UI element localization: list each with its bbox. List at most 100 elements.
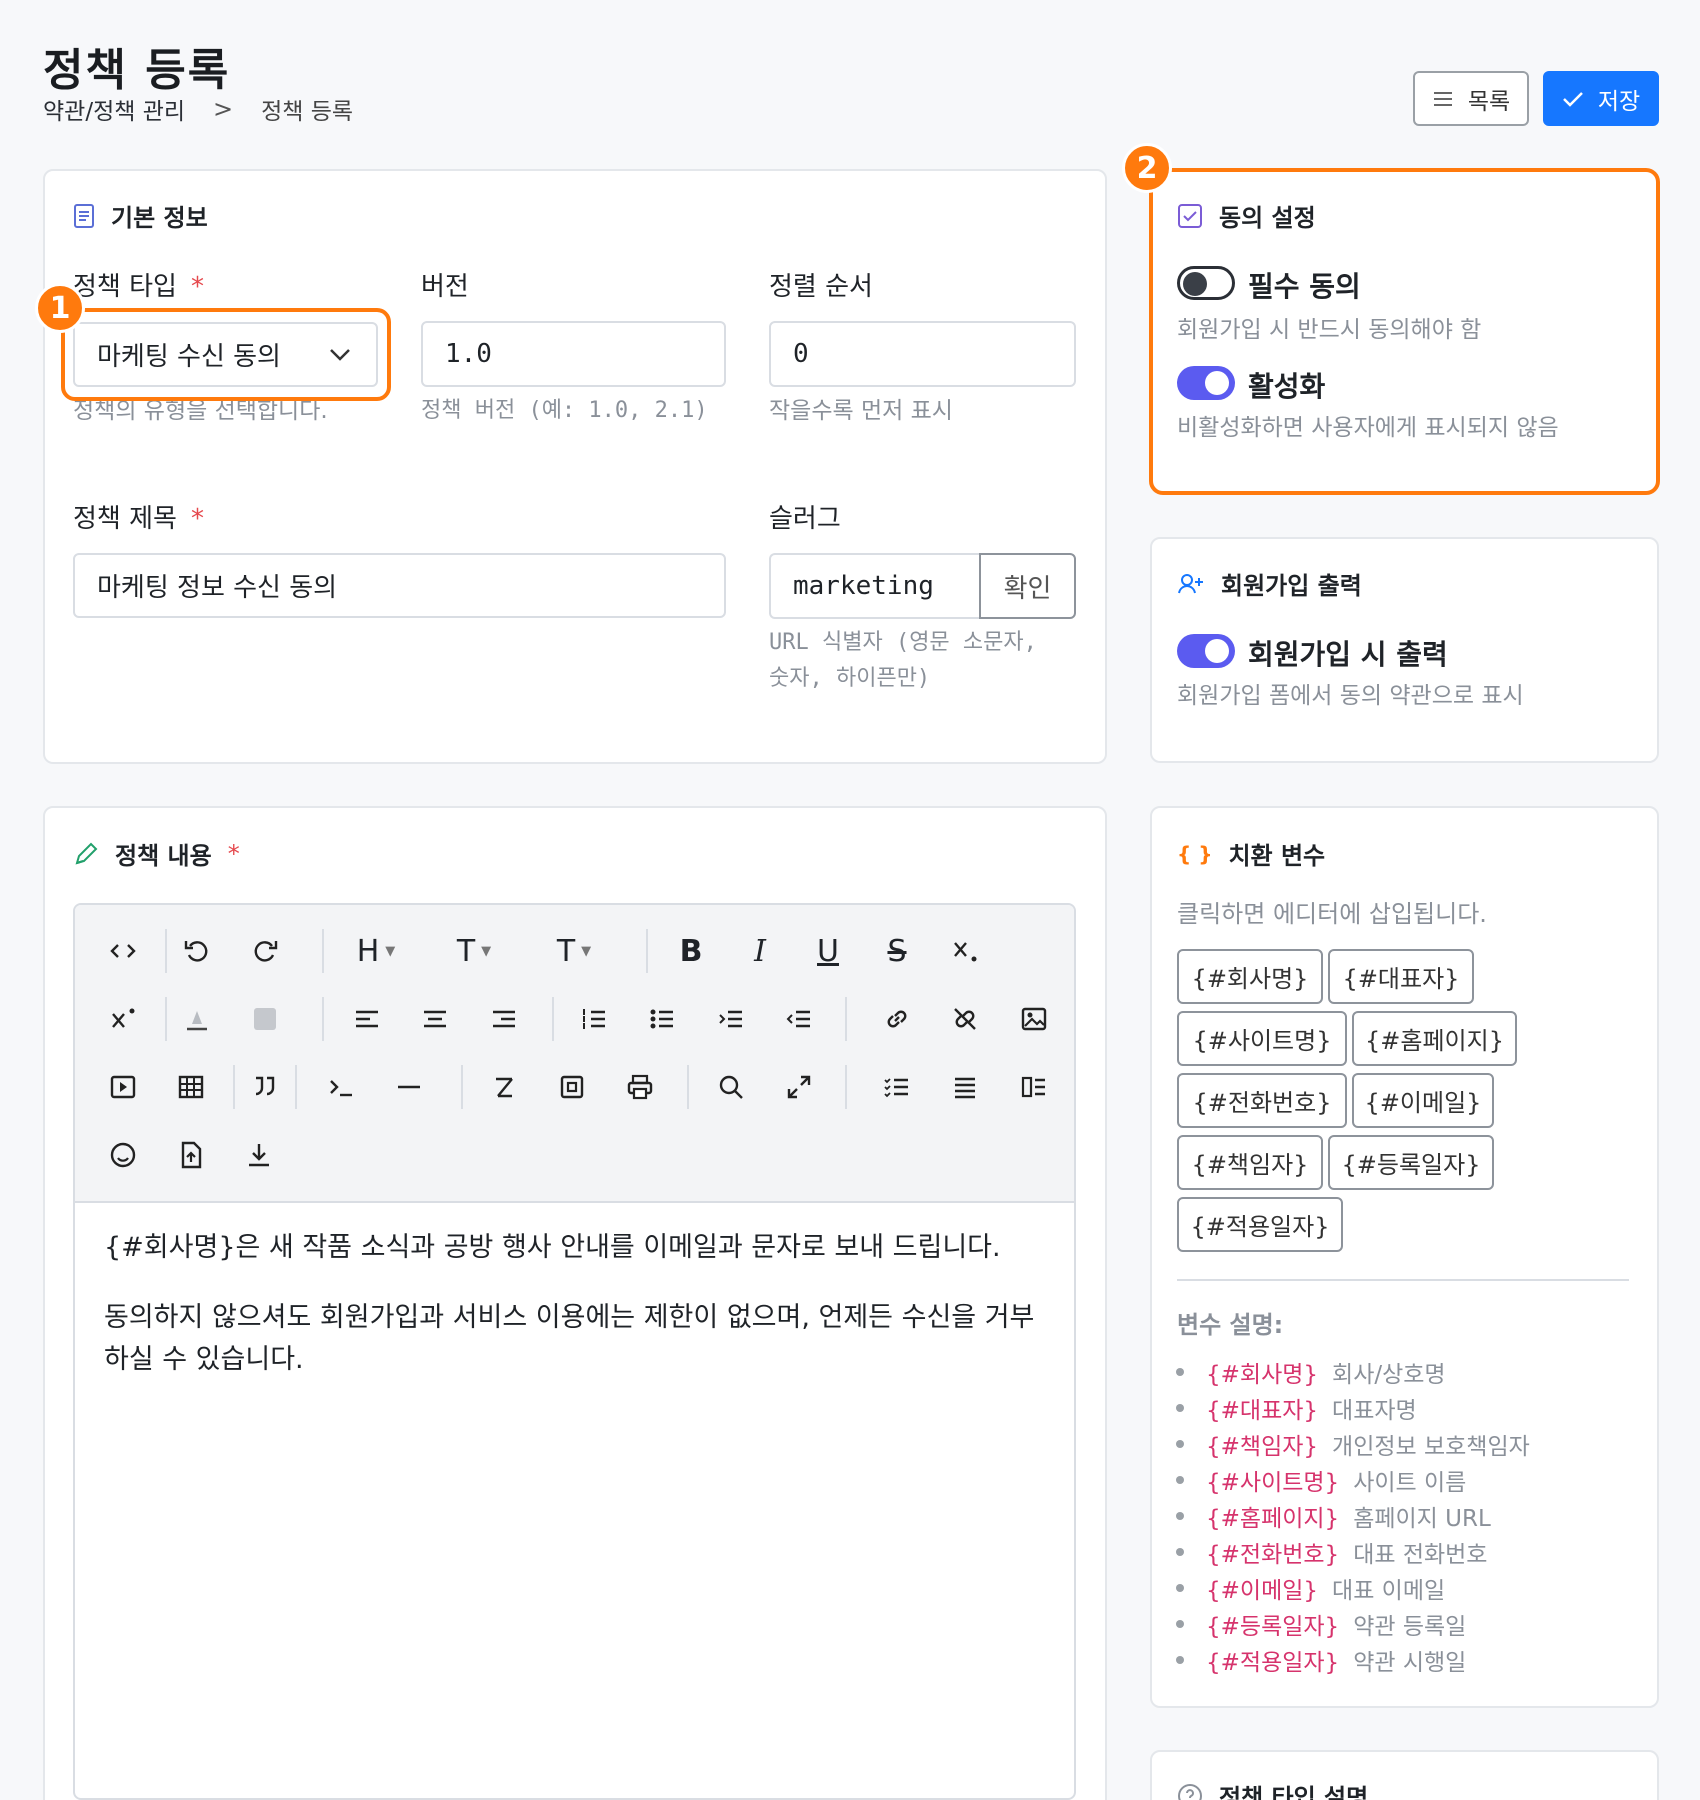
sort-order-help: 작을수록 먼저 표시 (769, 398, 953, 424)
indent-icon[interactable] (705, 993, 757, 1045)
variable-chip[interactable]: {#등록일자} (1328, 1135, 1494, 1190)
image-icon[interactable] (1008, 993, 1060, 1045)
bullet-list-icon[interactable] (636, 993, 688, 1045)
policy-type-help-title-text: 정책 타입 설명 (1219, 1784, 1369, 1800)
slug-input[interactable]: marketing (769, 553, 981, 619)
slug-label: 슬러그 (769, 504, 841, 534)
variables-title-text: 치환 변수 (1228, 842, 1326, 870)
toolbar-divider (233, 1065, 235, 1109)
file-upload-icon[interactable] (165, 1129, 217, 1181)
version-input[interactable]: 1.0 (421, 321, 726, 387)
required-consent-toggle[interactable] (1177, 266, 1235, 300)
highlight-color-icon[interactable] (239, 993, 291, 1045)
download-icon[interactable] (233, 1129, 285, 1181)
emoji-icon[interactable] (97, 1129, 149, 1181)
variable-text: 회사/상호명 (1332, 1362, 1446, 1388)
variable-code: {#적용일자} (1206, 1650, 1340, 1676)
underline-icon[interactable]: U (802, 925, 854, 977)
slug-help: URL 식별자 (영문 소문자, 숫자, 하이픈만) (769, 630, 1037, 691)
fullscreen-icon[interactable] (773, 1061, 825, 1113)
undo-icon[interactable] (171, 925, 223, 977)
variable-chip[interactable]: {#이메일} (1352, 1073, 1494, 1128)
required-mark: * (190, 504, 204, 534)
caret-down-icon: ▼ (481, 943, 492, 959)
subscript-icon[interactable] (939, 925, 991, 977)
save-button[interactable]: 저장 (1543, 71, 1659, 126)
variable-code: {#전화번호} (1206, 1542, 1340, 1568)
preview-icon[interactable] (546, 1061, 598, 1113)
variable-description-item: {#이메일} 대표 이메일 (1176, 1570, 1530, 1606)
redo-icon[interactable] (239, 925, 291, 977)
code-block-icon[interactable] (315, 1061, 367, 1113)
print-icon[interactable] (614, 1061, 666, 1113)
toolbar-divider (322, 929, 324, 973)
signup-output-toggle[interactable] (1177, 634, 1235, 668)
toolbar-divider (845, 1065, 847, 1109)
clear-format-icon[interactable] (478, 1061, 530, 1113)
caret-down-icon: ▼ (385, 943, 396, 959)
toggle-knob (1205, 639, 1229, 663)
blockquote-icon[interactable] (239, 1061, 291, 1113)
list-button-label: 목록 (1467, 88, 1511, 115)
basic-info-title-text: 기본 정보 (111, 204, 208, 232)
toolbar-divider (646, 929, 648, 973)
outdent-icon[interactable] (773, 993, 825, 1045)
superscript-icon[interactable] (97, 993, 149, 1045)
table-icon[interactable] (165, 1061, 217, 1113)
slug-check-button[interactable]: 확인 (979, 553, 1076, 619)
variable-chip[interactable]: {#회사명} (1177, 949, 1323, 1004)
align-left-icon[interactable] (341, 993, 393, 1045)
underline-label: U (817, 933, 839, 969)
list-button[interactable]: 목록 (1413, 71, 1529, 126)
variable-code: {#등록일자} (1206, 1614, 1340, 1640)
heading-label: H (356, 933, 380, 969)
variables-desc-title: 변수 설명: (1177, 1311, 1284, 1339)
variable-chip[interactable]: {#적용일자} (1177, 1197, 1343, 1252)
variable-code: {#사이트명} (1206, 1470, 1340, 1496)
line-spacing-icon[interactable] (1008, 1061, 1060, 1113)
sort-order-input[interactable]: 0 (769, 321, 1076, 387)
search-icon[interactable] (705, 1061, 757, 1113)
justify-icon[interactable] (939, 1061, 991, 1113)
editor-content[interactable]: {#회사명}은 새 작품 소식과 공방 행사 안내를 이메일과 문자로 보내 드… (104, 1227, 1044, 1409)
variable-text: 홈페이지 URL (1353, 1506, 1491, 1532)
align-center-icon[interactable] (409, 993, 461, 1045)
align-right-icon[interactable] (478, 993, 530, 1045)
variable-chip[interactable]: {#전화번호} (1177, 1073, 1347, 1128)
video-icon[interactable] (97, 1061, 149, 1113)
breadcrumb: 약관/정책 관리 > 정책 등록 (43, 92, 353, 126)
variable-chip[interactable]: {#홈페이지} (1352, 1011, 1517, 1066)
active-toggle[interactable] (1177, 366, 1235, 400)
checklist-icon[interactable] (871, 1061, 923, 1113)
heading-dropdown[interactable]: H ▼ (341, 925, 411, 977)
bullet (1176, 1656, 1184, 1664)
ordered-list-icon[interactable] (568, 993, 620, 1045)
variable-description-item: {#대표자} 대표자명 (1176, 1390, 1530, 1426)
toolbar-divider (322, 997, 324, 1041)
variable-code: {#이메일} (1206, 1578, 1319, 1604)
bullet (1176, 1476, 1184, 1484)
variable-chip[interactable]: {#책임자} (1177, 1135, 1323, 1190)
code-view-icon[interactable] (97, 925, 149, 977)
highlight-box-1 (61, 308, 391, 401)
font-color-icon[interactable] (171, 993, 223, 1045)
font-family-dropdown[interactable]: T ▼ (539, 925, 609, 977)
policy-content-title-text: 정책 내용 (115, 842, 212, 870)
chevron-right-icon: > (213, 95, 234, 123)
breadcrumb-parent[interactable]: 약관/정책 관리 (43, 92, 185, 126)
variable-chip[interactable]: {#사이트명} (1177, 1011, 1347, 1066)
font-size-dropdown[interactable]: T ▼ (439, 925, 509, 977)
policy-title-input[interactable]: 마케팅 정보 수신 동의 (73, 553, 726, 618)
document-icon (74, 203, 94, 228)
variable-chip[interactable]: {#대표자} (1328, 949, 1474, 1004)
horizontal-rule-icon[interactable] (383, 1061, 435, 1113)
unlink-icon[interactable] (939, 993, 991, 1045)
italic-icon[interactable]: I (734, 925, 786, 977)
variable-description-item: {#사이트명} 사이트 이름 (1176, 1462, 1530, 1498)
required-consent-help: 회원가입 시 반드시 동의해야 함 (1177, 317, 1482, 343)
bold-icon[interactable]: B (665, 925, 717, 977)
braces-icon: { } (1177, 841, 1213, 866)
bullet (1176, 1404, 1184, 1412)
strikethrough-icon[interactable]: S (871, 925, 923, 977)
link-icon[interactable] (871, 993, 923, 1045)
